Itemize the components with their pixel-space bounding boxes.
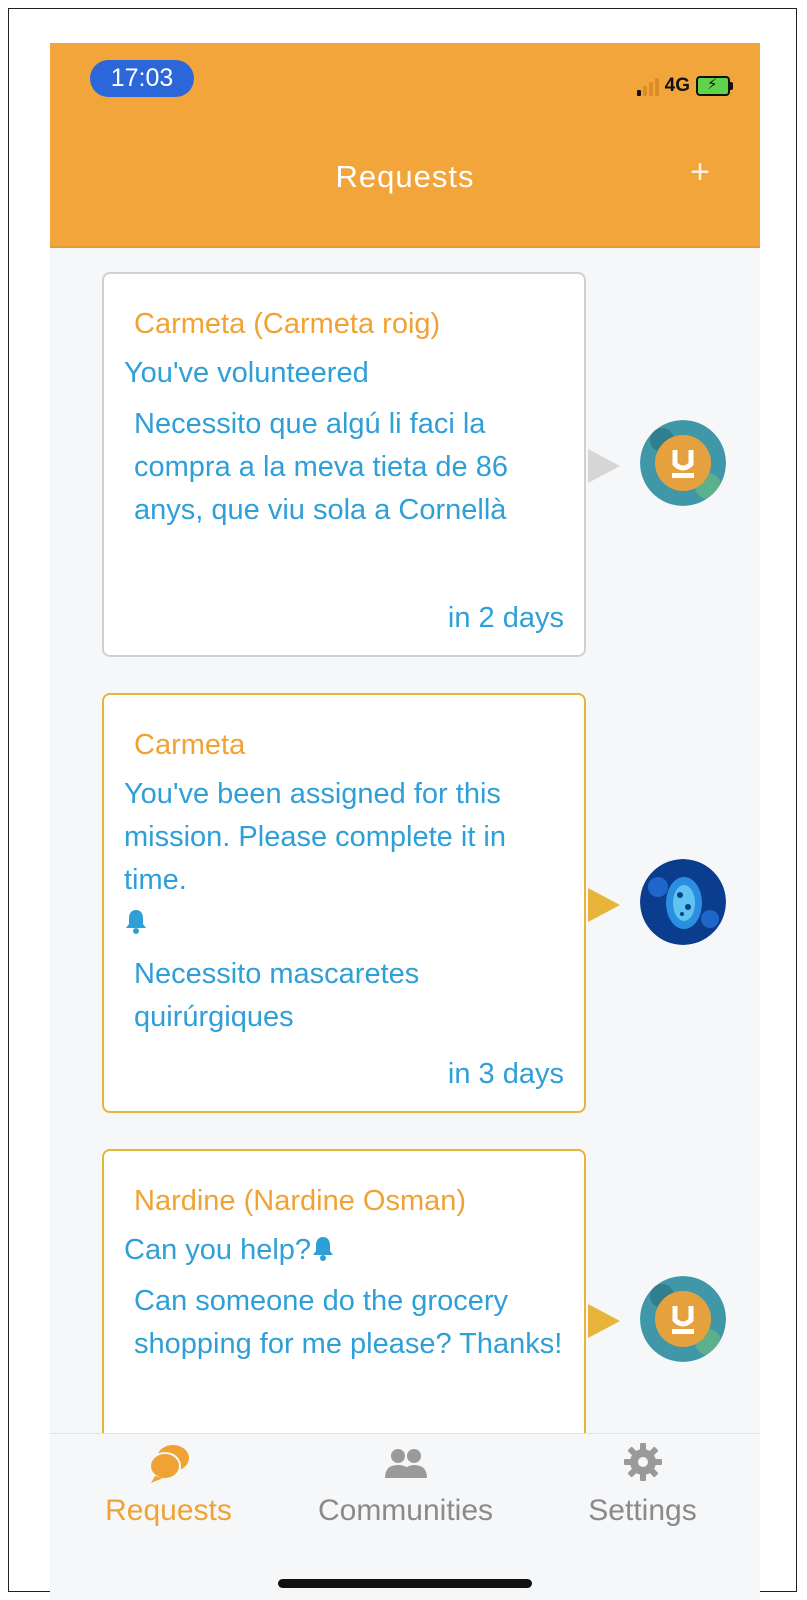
request-status: Can you help? — [124, 1229, 564, 1272]
requester-name: Carmeta — [134, 729, 246, 761]
requester-name: Nardine (Nardine Osman) — [134, 1185, 467, 1217]
people-icon — [287, 1442, 524, 1484]
tab-requests[interactable]: Requests — [50, 1434, 287, 1528]
home-indicator[interactable] — [278, 1579, 532, 1588]
request-description: Necessito mascaretes quirúrgiques — [134, 958, 420, 1033]
card-pointer — [588, 888, 620, 922]
battery-icon: ⚡ — [696, 76, 733, 96]
card-pointer — [588, 449, 620, 483]
tab-communities[interactable]: Communities — [287, 1434, 524, 1528]
request-description: Can someone do the grocery shopping for … — [134, 1285, 563, 1360]
request-card[interactable]: Carmeta You've been assigned for this mi… — [102, 693, 586, 1113]
requester-name: Carmeta (Carmeta roig) — [134, 308, 441, 340]
gear-icon — [524, 1442, 760, 1484]
request-status-text: Can you help? — [124, 1234, 312, 1266]
bottom-tab-bar: Requests Communities Settings — [50, 1433, 760, 1600]
tab-label: Settings — [588, 1494, 697, 1527]
card-pointer — [588, 1304, 620, 1338]
add-request-button[interactable]: + — [690, 155, 710, 189]
request-card[interactable]: Carmeta (Carmeta roig) You've volunteere… — [102, 272, 586, 657]
tab-settings[interactable]: Settings — [524, 1434, 760, 1528]
tab-label: Communities — [317, 1494, 494, 1527]
request-status: You've volunteered — [124, 357, 369, 389]
avatar[interactable] — [640, 420, 726, 506]
status-time: 17:03 — [90, 60, 194, 97]
request-status-text: You've been assigned for this mission. P… — [124, 778, 506, 896]
chat-bubbles-icon — [50, 1442, 287, 1484]
request-status: You've been assigned for this mission. P… — [124, 773, 564, 945]
signal-icon — [636, 76, 659, 96]
app-screen: 17:03 4G ⚡ Requests + Carmeta (Carmeta r… — [50, 43, 760, 1600]
network-type: 4G — [664, 75, 690, 96]
app-header: 17:03 4G ⚡ Requests + — [50, 43, 760, 248]
tab-label: Requests — [105, 1494, 232, 1527]
request-due: in 2 days — [447, 602, 564, 634]
page-title: Requests — [335, 159, 475, 194]
avatar[interactable] — [640, 859, 726, 945]
avatar[interactable] — [640, 1276, 726, 1362]
request-card[interactable]: Nardine (Nardine Osman) Can you help? Ca… — [102, 1149, 586, 1469]
status-indicators: 4G ⚡ — [636, 72, 733, 100]
bell-icon — [126, 910, 146, 934]
request-due: in 3 days — [447, 1058, 564, 1090]
bell-icon — [313, 1237, 334, 1261]
request-description: Necessito que algú li faci la compra a l… — [134, 408, 508, 526]
